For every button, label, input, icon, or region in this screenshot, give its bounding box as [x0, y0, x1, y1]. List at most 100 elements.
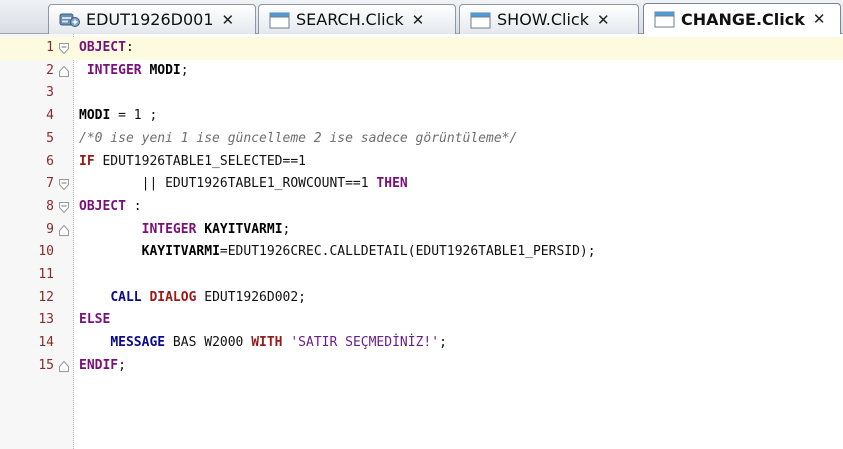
code-token: CALL	[110, 289, 142, 305]
code-text: || EDUT1926TABLE1_ROWCOUNT==1 THEN	[79, 173, 408, 196]
close-icon[interactable]: ✕	[813, 10, 826, 28]
tab-change-click[interactable]: CHANGE.Click ✕	[643, 3, 841, 34]
code-token: /*0 ise yeni 1 ise güncelleme 2 ise sade…	[79, 130, 518, 146]
code-token: ENDIF	[79, 357, 119, 373]
ide-window: EDUT1926D001 ✕ SEARCH.Click ✕ SHOW.Click ✕ CHA…	[0, 0, 843, 449]
form-icon	[59, 13, 80, 27]
fold-end-icon	[59, 224, 69, 236]
code-token: = 1 ;	[110, 108, 158, 124]
code-line[interactable]: 14 MESSAGE BAS W2000 WITH 'SATIR SEÇMEDİ…	[0, 332, 843, 355]
code-line[interactable]: 2 INTEGER MODI;	[0, 60, 843, 83]
tab-label: SHOW.Click	[497, 10, 589, 29]
line-number: 3	[46, 85, 54, 101]
code-text: INTEGER KAYITVARMI;	[79, 219, 291, 242]
line-number: 1	[46, 40, 54, 55]
line-number: 5	[46, 130, 54, 146]
code-token: KAYITVARMI	[141, 244, 220, 260]
code-token: ELSE	[79, 312, 111, 328]
code-line[interactable]: 11	[0, 264, 843, 287]
code-token: OBJECT	[79, 40, 126, 55]
tab-label: EDUT1926D001	[86, 10, 214, 29]
tab-show-click[interactable]: SHOW.Click ✕	[459, 4, 639, 34]
code-text: MESSAGE BAS W2000 WITH 'SATIR SEÇMEDİNİZ…	[79, 332, 447, 355]
line-number: 13	[38, 312, 54, 328]
line-number: 14	[38, 335, 54, 351]
code-token: MODI	[79, 108, 111, 124]
close-icon[interactable]: ✕	[222, 11, 235, 29]
code-token: DIALOG	[149, 289, 197, 305]
code-token: ;	[118, 357, 126, 373]
code-line[interactable]: 10 KAYITVARMI=EDUT1926CREC.CALLDETAIL(ED…	[0, 241, 843, 264]
code-token: ;	[180, 62, 189, 78]
fold-collapse-icon[interactable]	[58, 201, 70, 214]
fold-end-icon	[59, 65, 69, 77]
code-token: || EDUT1926TABLE1_ROWCOUNT==1	[79, 176, 377, 192]
code-text: /*0 ise yeni 1 ise güncelleme 2 ise sade…	[79, 128, 517, 151]
code-token: INTEGER	[141, 221, 197, 237]
code-text: KAYITVARMI=EDUT1926CREC.CALLDETAIL(EDUT1…	[79, 241, 596, 264]
line-number: 6	[46, 153, 54, 169]
code-token: :	[125, 40, 134, 55]
line-number: 4	[46, 108, 54, 124]
code-text: MODI = 1 ;	[79, 105, 157, 128]
line-number: 2	[46, 62, 54, 78]
tab-search-click[interactable]: SEARCH.Click ✕	[258, 4, 456, 34]
code-token: INTEGER	[86, 62, 142, 78]
code-line[interactable]: 3	[0, 82, 843, 105]
code-text: OBJECT:	[79, 37, 134, 60]
line-number: 7	[46, 176, 54, 192]
code-token: ;	[439, 335, 447, 351]
code-token: KAYITVARMI	[204, 221, 283, 237]
code-text: INTEGER MODI;	[79, 60, 189, 83]
code-line[interactable]: 5 /*0 ise yeni 1 ise güncelleme 2 ise sad…	[0, 128, 843, 151]
code-editor[interactable]: 1 OBJECT: 2 INTEGER MODI; 3 4 MODI = 1 ; 5/*0 …	[0, 34, 843, 449]
code-line[interactable]: 15 ENDIF;	[0, 355, 843, 378]
code-token: :	[125, 198, 142, 214]
code-line[interactable]: 7 || EDUT1926TABLE1_ROWCOUNT==1 THEN	[0, 173, 843, 196]
code-line[interactable]: 8 OBJECT :	[0, 196, 843, 219]
editor-tab-bar: EDUT1926D001 ✕ SEARCH.Click ✕ SHOW.Click ✕ CHA…	[0, 0, 843, 34]
line-number: 11	[38, 267, 54, 282]
code-token: MESSAGE	[110, 335, 166, 351]
tab-label: CHANGE.Click	[681, 9, 805, 29]
code-token: 'SATIR SEÇMEDİNİZ!'	[290, 335, 440, 351]
close-icon[interactable]: ✕	[412, 11, 425, 29]
code-token: OBJECT	[79, 198, 126, 214]
code-token: BAS W2000	[165, 335, 252, 351]
fold-collapse-icon[interactable]	[58, 178, 70, 191]
code-token: THEN	[376, 176, 408, 192]
code-line[interactable]: 12 CALL DIALOG EDUT1926D002;	[0, 287, 843, 310]
fold-collapse-icon[interactable]	[58, 42, 70, 55]
code-line[interactable]: 13 ELSE	[0, 309, 843, 332]
tab-label: SEARCH.Click	[296, 10, 404, 29]
code-line[interactable]: 1 OBJECT:	[0, 37, 843, 60]
code-text: IF EDUT1926TABLE1_SELECTED==1	[79, 151, 306, 174]
code-text: CALL DIALOG EDUT1926D002;	[79, 287, 306, 310]
window-icon	[269, 12, 290, 28]
line-number: 15	[38, 357, 54, 373]
code-token: EDUT1926D002;	[196, 289, 306, 305]
code-token: EDUT1926TABLE1_SELECTED==1	[94, 153, 306, 169]
code-line[interactable]: 9 INTEGER KAYITVARMI;	[0, 219, 843, 242]
code-token: MODI	[149, 62, 181, 78]
line-number: 9	[46, 221, 54, 237]
code-line[interactable]: 4 MODI = 1 ;	[0, 105, 843, 128]
code-line[interactable]: 6 IF EDUT1926TABLE1_SELECTED==1	[0, 151, 843, 174]
line-number: 12	[38, 289, 54, 305]
line-number: 10	[38, 244, 54, 260]
close-icon[interactable]: ✕	[597, 11, 610, 29]
code-token: ;	[282, 221, 291, 237]
code-text: ENDIF;	[79, 355, 126, 378]
code-text: ELSE	[79, 309, 110, 332]
code-token: IF	[79, 153, 95, 169]
code-token: WITH	[251, 335, 283, 351]
tab-edut1926d001[interactable]: EDUT1926D001 ✕	[48, 4, 256, 34]
fold-end-icon	[59, 360, 69, 372]
code-token: =EDUT1926CREC.CALLDETAIL(EDUT1926TABLE1_…	[219, 244, 596, 260]
code-text: OBJECT :	[79, 196, 142, 219]
